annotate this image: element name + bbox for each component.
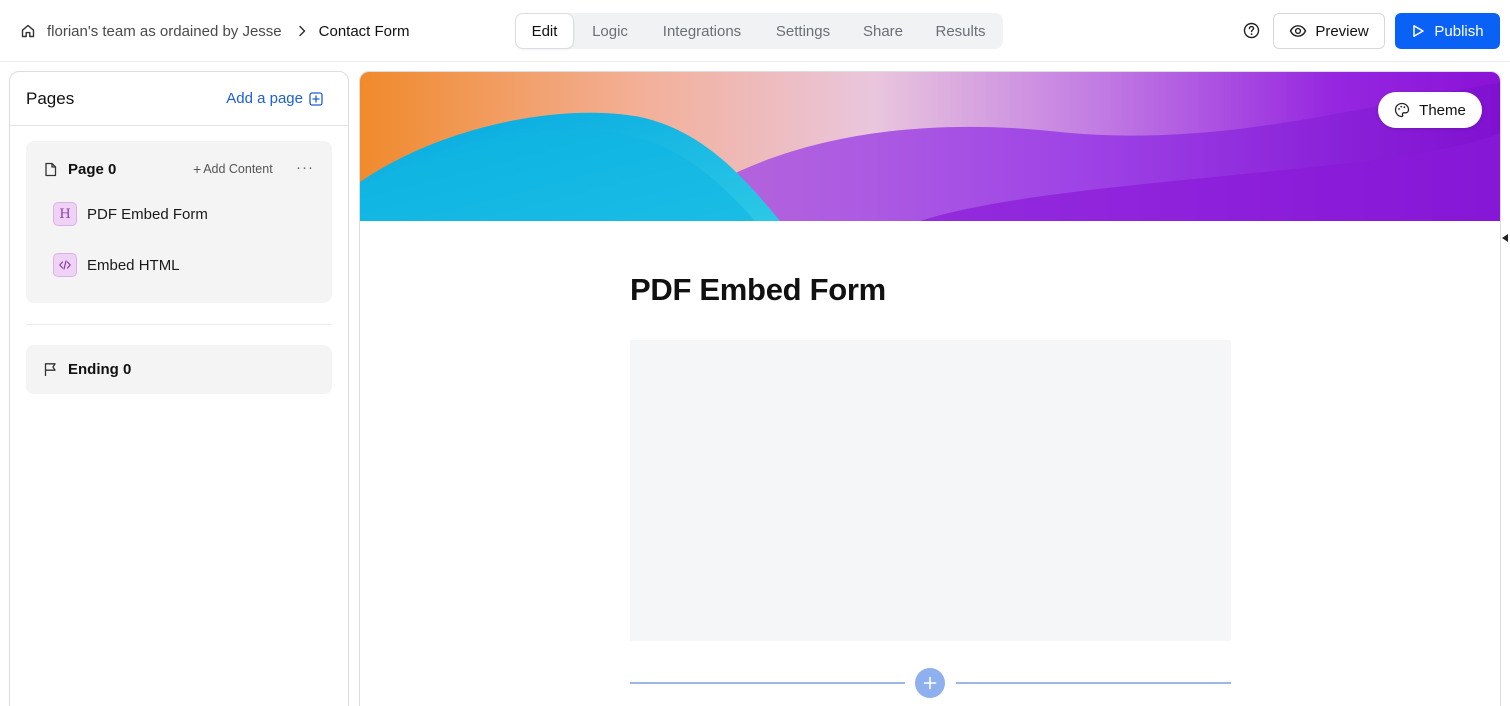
breadcrumb-team[interactable]: florian's team as ordained by Jesse: [47, 23, 282, 40]
cover-image: Theme: [360, 72, 1500, 221]
content-item-embed-html[interactable]: Embed HTML: [53, 253, 313, 277]
resize-handle-icon[interactable]: [1502, 234, 1508, 242]
ending-title: Ending 0: [68, 361, 132, 378]
help-icon[interactable]: [1243, 22, 1260, 39]
theme-button[interactable]: Theme: [1378, 92, 1482, 128]
heading-badge-text: H: [59, 206, 71, 222]
form-canvas: Theme PDF Embed Form: [359, 71, 1501, 706]
tab-bar: Edit Logic Integrations Settings Share R…: [515, 13, 1003, 49]
pages-sidebar: Pages Add a page Page 0 + Add Content ··…: [9, 71, 349, 706]
plus-square-icon: [309, 91, 323, 106]
tab-share[interactable]: Share: [848, 13, 918, 49]
page-card[interactable]: Page 0 + Add Content ··· H PDF Embed For…: [26, 141, 332, 303]
home-icon[interactable]: [20, 23, 36, 39]
add-block-button[interactable]: [915, 668, 945, 698]
tab-logic[interactable]: Logic: [574, 13, 646, 49]
add-page-button[interactable]: Add a page: [226, 90, 323, 107]
heading-icon: H: [53, 202, 77, 226]
theme-label: Theme: [1419, 101, 1466, 119]
add-content-label: Add Content: [203, 162, 273, 176]
add-page-label: Add a page: [226, 90, 303, 107]
add-content-button[interactable]: + Add Content: [193, 161, 273, 177]
top-bar: florian's team as ordained by Jesse Cont…: [0, 0, 1510, 62]
more-options-icon[interactable]: ···: [296, 159, 314, 176]
tab-results[interactable]: Results: [918, 13, 1003, 49]
add-block-row: [630, 667, 1231, 699]
sidebar-header: Pages Add a page: [10, 72, 348, 126]
preview-button[interactable]: Preview: [1273, 13, 1385, 49]
preview-label: Preview: [1315, 22, 1369, 40]
page-card-header: Page 0 + Add Content ···: [43, 159, 318, 179]
tab-settings[interactable]: Settings: [758, 13, 848, 49]
content-item-label: Embed HTML: [87, 256, 180, 274]
eye-icon: [1289, 22, 1307, 40]
page-title: Page 0: [68, 160, 117, 178]
sidebar-divider: [26, 324, 332, 325]
tab-edit[interactable]: Edit: [515, 13, 574, 49]
sidebar-title: Pages: [26, 89, 75, 108]
breadcrumb-current[interactable]: Contact Form: [319, 23, 410, 40]
tab-integrations[interactable]: Integrations: [646, 13, 758, 49]
file-icon: [43, 162, 58, 177]
publish-label: Publish: [1434, 22, 1484, 40]
content-item-label: PDF Embed Form: [87, 205, 208, 223]
code-icon: [53, 253, 77, 277]
embed-placeholder[interactable]: [630, 340, 1231, 641]
breadcrumb: florian's team as ordained by Jesse Cont…: [20, 20, 410, 42]
ending-card[interactable]: Ending 0: [26, 345, 332, 394]
play-icon: [1411, 24, 1425, 38]
divider-line: [630, 682, 905, 684]
publish-button[interactable]: Publish: [1395, 13, 1500, 49]
divider-line: [956, 682, 1231, 684]
form-title[interactable]: PDF Embed Form: [630, 272, 886, 308]
content-item-pdf-embed-form[interactable]: H PDF Embed Form: [53, 202, 313, 226]
plus-icon: +: [193, 161, 202, 177]
palette-icon: [1394, 102, 1410, 118]
chevron-right-icon: [295, 24, 309, 38]
flag-icon: [43, 362, 58, 377]
